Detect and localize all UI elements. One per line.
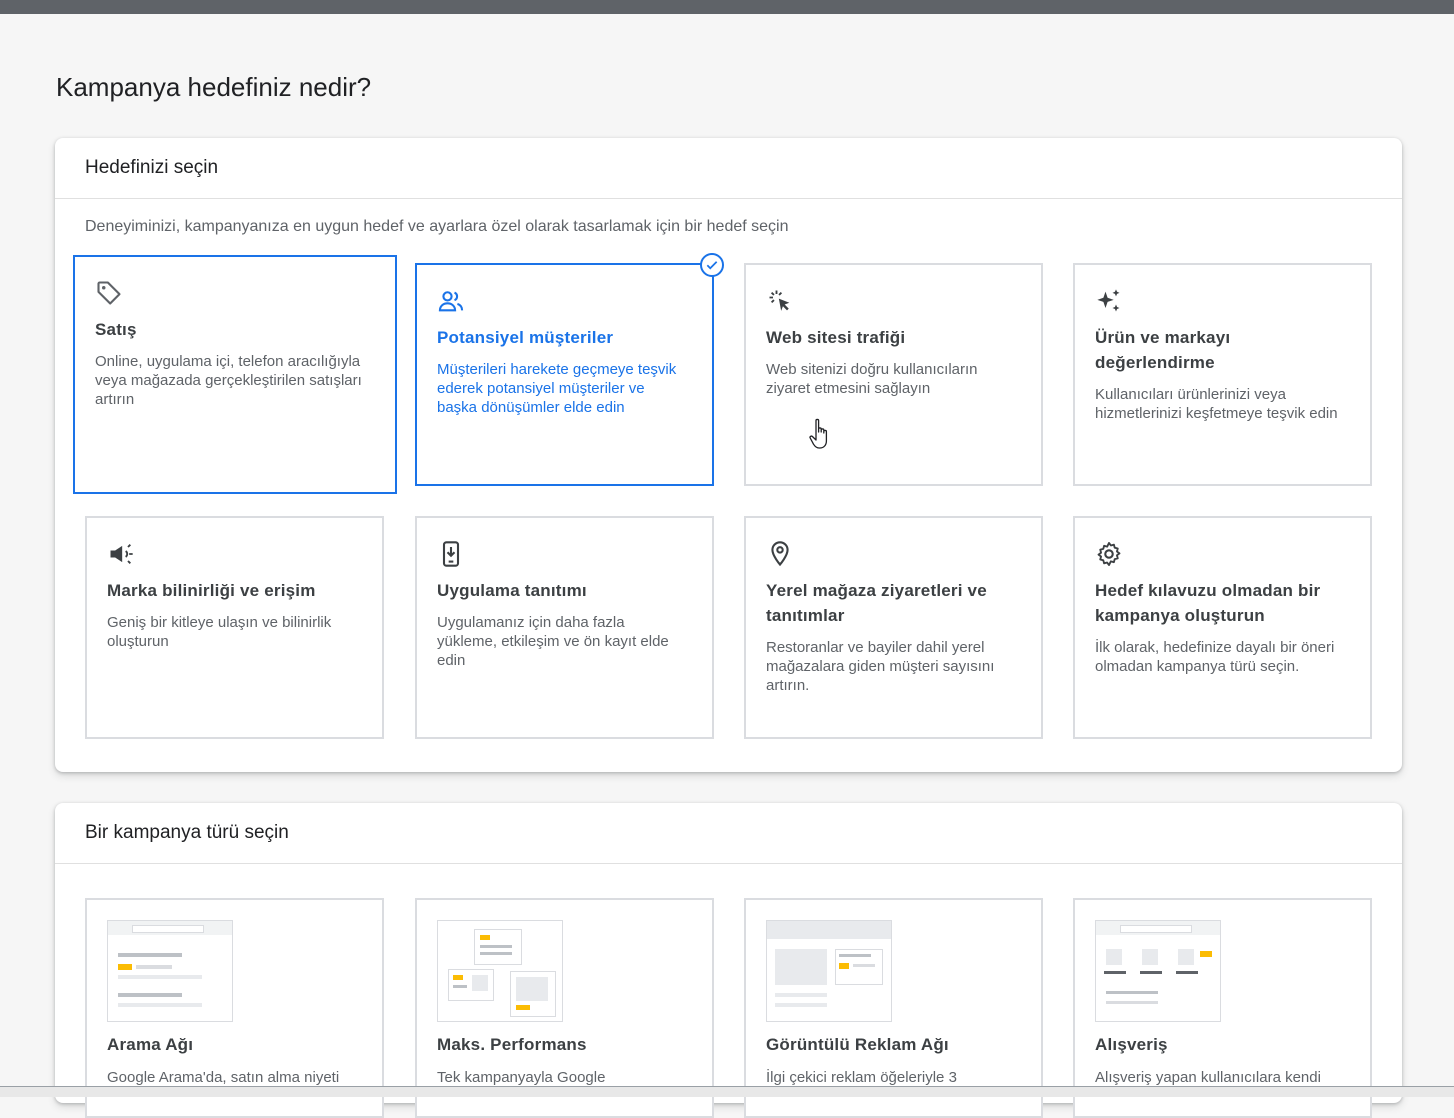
pmax-illustration (437, 920, 563, 1022)
goal-card-title: Yerel mağaza ziyaretleri ve tanıtımlar (766, 581, 987, 625)
goal-card-description: Uygulamanız için daha fazla yükleme, etk… (437, 614, 669, 669)
goal-card-title: Marka bilinirliği ve erişim (107, 581, 316, 600)
type-card-title: Arama Ağı (107, 1035, 194, 1054)
type-card-shopping[interactable]: Alışveriş Alışveriş yapan kullanıcılara … (1073, 898, 1372, 1118)
goal-card-description: Restoranlar ve bayiler dahil yerel mağaz… (766, 639, 995, 694)
goal-card-product-brand[interactable]: Ürün ve markayı değerlendirme Kullanıcıl… (1073, 263, 1372, 486)
goal-card-title: Satış (95, 320, 137, 339)
goal-card-description: Geniş bir kitleye ulaşın ve bilinirlik o… (107, 614, 332, 650)
campaign-type-panel-header: Bir kampanya türü seçin (55, 803, 1402, 864)
type-card-description: Google Arama'da, satın alma niyeti (107, 1069, 340, 1086)
cursor-click-icon (769, 290, 790, 311)
shopping-illustration (1095, 920, 1221, 1022)
type-card-pmax[interactable]: Maks. Performans Tek kampanyayla Google (415, 898, 714, 1118)
type-card-description: Alışveriş yapan kullanıcılara kendi (1095, 1069, 1321, 1086)
goal-card-title: Ürün ve markayı değerlendirme (1095, 328, 1231, 372)
type-card-description: Tek kampanyayla Google (437, 1069, 606, 1086)
goal-card-title: Potansiyel müşteriler (437, 328, 614, 347)
goal-card-description: Online, uygulama içi, telefon aracılığıy… (95, 353, 362, 408)
campaign-type-panel: Bir kampanya türü seçin Arama Ağı Google… (55, 803, 1402, 1118)
goal-card-app-promotion[interactable]: Uygulama tanıtımı Uygulamanız için daha … (415, 516, 714, 739)
bottom-scroll-area (0, 1086, 1454, 1097)
sparkle-icon (1097, 289, 1120, 312)
type-card-title: Alışveriş (1095, 1035, 1168, 1054)
goal-card-leads[interactable]: Potansiyel müşteriler Müşterileri hareke… (415, 253, 724, 486)
type-card-title: Maks. Performans (437, 1035, 587, 1054)
goal-card-title: Web sitesi trafiği (766, 328, 906, 347)
people-icon (438, 291, 464, 312)
megaphone-icon (110, 544, 133, 564)
selected-check-icon (700, 253, 724, 277)
goal-card-sales[interactable]: Satış Online, uygulama içi, telefon arac… (73, 255, 397, 494)
goal-card-description: Kullanıcıları ürünlerinizi veya hizmetle… (1095, 386, 1338, 422)
gear-icon (1097, 541, 1121, 567)
display-illustration (766, 920, 892, 1022)
top-bar (0, 0, 1454, 14)
goal-card-description: İlk olarak, hedefinize dayalı bir öneri … (1095, 639, 1335, 675)
goal-panel-header: Hedefinizi seçin (55, 138, 1402, 199)
goal-card-description: Müşterileri harekete geçmeye teşvik eder… (437, 361, 677, 416)
location-pin-icon (771, 541, 789, 567)
type-card-description: İlgi çekici reklam öğeleriyle 3 (766, 1069, 957, 1086)
phone-download-icon (442, 541, 460, 567)
goal-card-title: Uygulama tanıtımı (437, 581, 587, 600)
goal-panel: Hedefinizi seçin Deneyiminizi, kampanyan… (55, 138, 1402, 772)
search-illustration (107, 920, 233, 1022)
hand-pointer-icon (809, 418, 828, 449)
type-card-display[interactable]: Görüntülü Reklam Ağı İlgi çekici reklam … (744, 898, 1043, 1118)
page-title: Kampanya hedefiniz nedir? (56, 72, 372, 102)
goal-card-local-store[interactable]: Yerel mağaza ziyaretleri ve tanıtımlar R… (744, 516, 1043, 739)
goal-panel-description: Deneyiminizi, kampanyanıza en uygun hede… (85, 218, 789, 235)
tag-icon (97, 281, 121, 305)
goal-card-website-traffic[interactable]: Web sitesi trafiği Web sitenizi doğru ku… (744, 263, 1043, 486)
goal-card-description: Web sitenizi doğru kullanıcıların ziyare… (766, 361, 978, 397)
goal-card-title: Hedef kılavuzu olmadan bir kampanya oluş… (1095, 581, 1321, 625)
type-card-title: Görüntülü Reklam Ağı (766, 1035, 949, 1054)
type-card-search[interactable]: Arama Ağı Google Arama'da, satın alma ni… (85, 898, 384, 1118)
goal-card-brand-awareness[interactable]: Marka bilinirliği ve erişim Geniş bir ki… (85, 516, 384, 739)
goal-card-no-goal[interactable]: Hedef kılavuzu olmadan bir kampanya oluş… (1073, 516, 1372, 739)
